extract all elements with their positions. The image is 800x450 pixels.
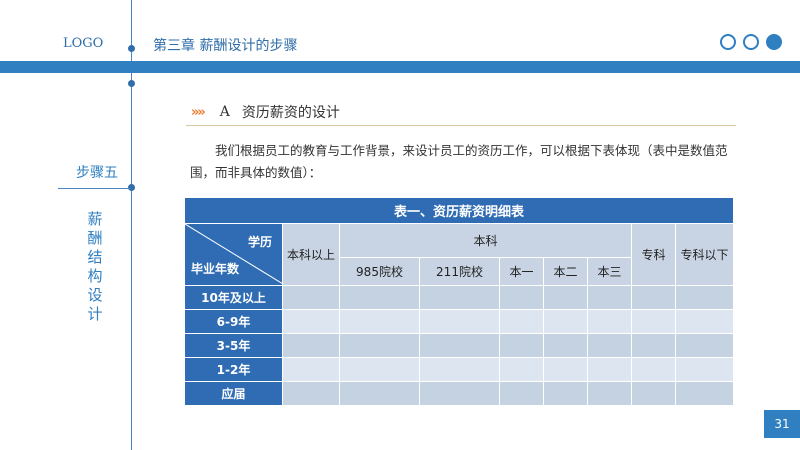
row-label: 6-9年 xyxy=(184,309,283,334)
section-title: 资历薪资的设计 xyxy=(241,105,340,121)
table-row: 应届 xyxy=(184,381,734,406)
divider-dot xyxy=(128,45,135,52)
decorative-circles xyxy=(720,34,782,50)
table-row: 10年及以上 xyxy=(184,285,734,310)
logo: LOGO xyxy=(63,36,104,51)
row-label: 应届 xyxy=(184,381,283,406)
table-row: 1-2年 xyxy=(184,357,734,382)
section-heading: »» A 资历薪资的设计 xyxy=(191,102,340,122)
chevron-right-icon: »» xyxy=(191,104,206,120)
header-211: 211院校 xyxy=(419,257,500,286)
row-label: 1-2年 xyxy=(184,357,283,382)
header-tier3: 本三 xyxy=(587,257,632,286)
step-label: 步骤五 xyxy=(76,165,118,181)
salary-table: 表一、资历薪资明细表 学历 毕业年数 本科以上 本科 专科 专科以下 985院校… xyxy=(184,197,734,406)
step-underline xyxy=(58,188,131,189)
header-tier2: 本二 xyxy=(543,257,588,286)
corner-bottom-label: 毕业年数 xyxy=(191,262,240,276)
circle-icon xyxy=(743,34,759,50)
header-below-junior: 专科以下 xyxy=(675,223,734,286)
chapter-title: 第三章 薪酬设计的步骤 xyxy=(153,38,298,54)
intro-paragraph: 我们根据员工的教育与工作背景，来设计员工的资历工作，可以根据下表体现（表中是数值… xyxy=(190,143,728,180)
corner-top-label: 学历 xyxy=(247,235,272,249)
section-letter: A xyxy=(219,104,230,120)
vertical-title: 薪酬结构设计 xyxy=(87,210,103,323)
header-985: 985院校 xyxy=(339,257,420,286)
header-above-bachelor: 本科以上 xyxy=(282,223,340,286)
page-number: 31 xyxy=(764,410,800,438)
row-label: 10年及以上 xyxy=(184,285,283,310)
table-caption: 表一、资历薪资明细表 xyxy=(184,197,734,224)
header-junior-college: 专科 xyxy=(631,223,676,286)
table-row: 6-9年 xyxy=(184,309,734,334)
row-label: 3-5年 xyxy=(184,333,283,358)
table-corner-header: 学历 毕业年数 xyxy=(184,223,283,286)
divider-dot xyxy=(128,80,135,87)
circle-icon xyxy=(720,34,736,50)
header-bar xyxy=(0,61,800,73)
header-tier1: 本一 xyxy=(499,257,544,286)
circle-filled-icon xyxy=(766,34,782,50)
table-row: 3-5年 xyxy=(184,333,734,358)
section-underline xyxy=(186,125,736,126)
header-bachelor: 本科 xyxy=(339,223,632,258)
